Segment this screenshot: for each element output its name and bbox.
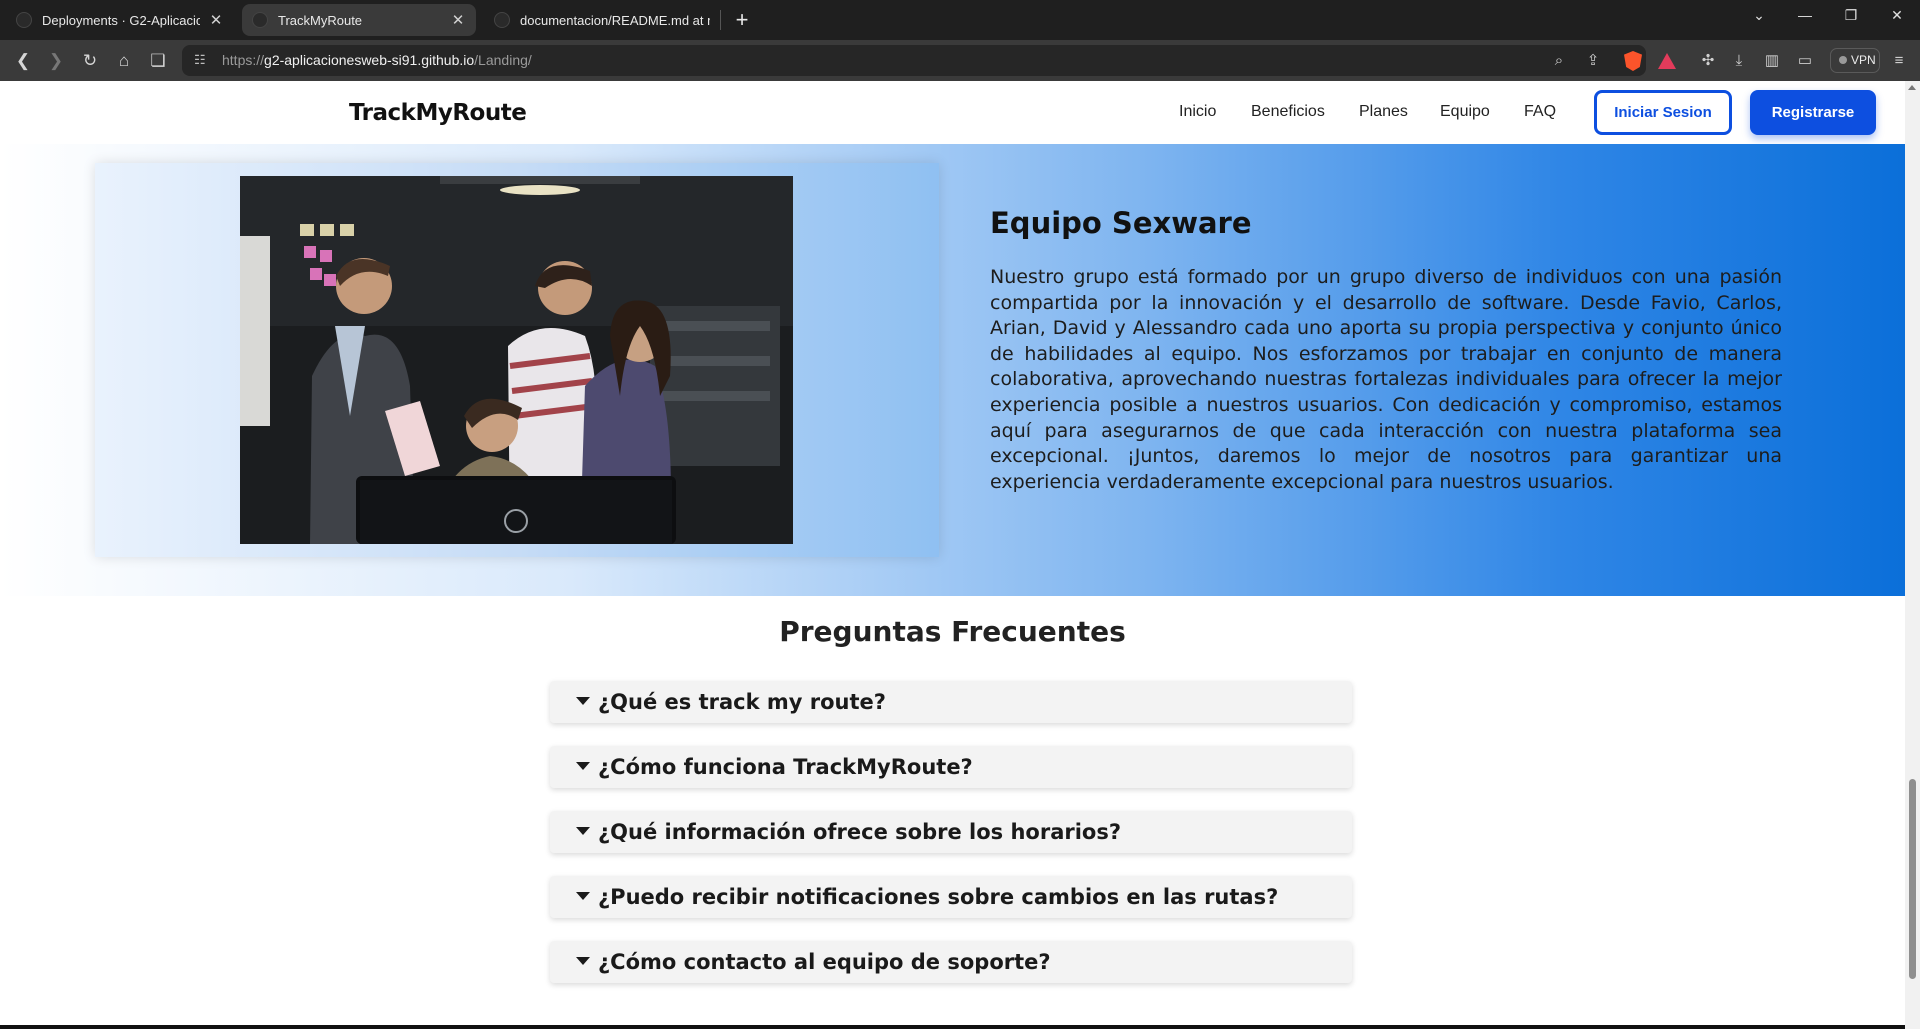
faq-item-soporte[interactable]: ¿Cómo contacto al equipo de soporte? — [550, 941, 1352, 983]
nav-faq[interactable]: FAQ — [1524, 103, 1556, 121]
caret-down-icon — [576, 762, 590, 770]
faq-question: ¿Cómo funciona TrackMyRoute? — [598, 755, 973, 779]
faq-item-notificaciones[interactable]: ¿Puedo recibir notificaciones sobre camb… — [550, 876, 1352, 918]
home-button[interactable]: ⌂ — [111, 48, 137, 74]
browser-tab-strip: Deployments · G2-AplicacionesW ✕ TrackMy… — [0, 0, 1920, 40]
page-viewport: TrackMyRoute Inicio Beneficios Planes Eq… — [0, 81, 1905, 1029]
vpn-button[interactable]: VPN — [1830, 48, 1880, 73]
wallet-icon[interactable]: ▭ — [1794, 50, 1816, 72]
brave-rewards-icon[interactable] — [1658, 53, 1676, 69]
tab-search-chevron-icon[interactable]: ⌄ — [1736, 0, 1782, 30]
tab-title: Deployments · G2-AplicacionesW — [42, 12, 200, 28]
faq-question: ¿Cómo contacto al equipo de soporte? — [598, 950, 1051, 974]
nav-planes[interactable]: Planes — [1359, 103, 1408, 121]
page-scrollbar[interactable] — [1905, 81, 1920, 1029]
caret-down-icon — [576, 827, 590, 835]
minimize-button[interactable]: — — [1782, 0, 1828, 30]
close-tab-icon[interactable]: ✕ — [450, 11, 466, 29]
close-tab-icon[interactable]: ✕ — [208, 11, 224, 29]
nav-beneficios[interactable]: Beneficios — [1251, 103, 1325, 121]
caret-down-icon — [576, 957, 590, 965]
scroll-up-icon[interactable] — [1908, 85, 1916, 90]
faq-title: Preguntas Frecuentes — [779, 615, 1126, 648]
url-scheme: https:// — [222, 52, 265, 68]
faq-question: ¿Qué es track my route? — [598, 690, 886, 714]
bookmark-icon[interactable]: ❏ — [145, 48, 171, 74]
menu-icon[interactable]: ≡ — [1888, 50, 1910, 72]
team-section: Equipo Sexware Nuestro grupo está formad… — [0, 144, 1905, 596]
team-photo-card — [95, 163, 939, 557]
globe-favicon-icon — [252, 12, 268, 28]
share-icon[interactable]: ⇪ — [1582, 50, 1604, 72]
site-logo[interactable]: TrackMyRoute — [349, 100, 527, 126]
nav-inicio[interactable]: Inicio — [1179, 103, 1216, 121]
faq-item-como-funciona[interactable]: ¿Cómo funciona TrackMyRoute? — [550, 746, 1352, 788]
zoom-icon[interactable]: ⌕ — [1548, 50, 1570, 72]
back-button[interactable]: ❮ — [10, 48, 36, 74]
site-header: TrackMyRoute Inicio Beneficios Planes Eq… — [0, 81, 1905, 144]
new-tab-button[interactable]: + — [728, 6, 756, 34]
reload-button[interactable]: ↻ — [77, 48, 103, 74]
restore-button[interactable]: ❐ — [1828, 0, 1874, 30]
github-favicon-icon — [16, 12, 32, 28]
footer-edge — [0, 1025, 1905, 1029]
tab-title: documentacion/README.md at main — [520, 12, 710, 28]
vpn-label: VPN — [1851, 53, 1876, 67]
register-button[interactable]: Registrarse — [1750, 90, 1876, 135]
sidebar-icon[interactable]: ▥ — [1761, 50, 1783, 72]
url-host: g2-aplicacionesweb-si91.github.io — [264, 52, 475, 68]
tab-title: TrackMyRoute — [278, 12, 363, 28]
tab-trackmyroute[interactable]: TrackMyRoute ✕ — [242, 4, 476, 36]
site-settings-icon[interactable]: ☷ — [194, 52, 212, 68]
team-title: Equipo Sexware — [990, 206, 1252, 240]
caret-down-icon — [576, 697, 590, 705]
extensions-icon[interactable]: ✣ — [1697, 50, 1719, 72]
faq-question: ¿Puedo recibir notificaciones sobre camb… — [598, 885, 1279, 909]
team-photo — [240, 176, 793, 544]
scrollbar-thumb[interactable] — [1909, 779, 1916, 979]
faq-item-que-es[interactable]: ¿Qué es track my route? — [550, 681, 1352, 723]
caret-down-icon — [576, 892, 590, 900]
faq-item-horarios[interactable]: ¿Qué información ofrece sobre los horari… — [550, 811, 1352, 853]
nav-equipo[interactable]: Equipo — [1440, 103, 1490, 121]
team-description: Nuestro grupo está formado por un grupo … — [990, 266, 1782, 493]
github-favicon-icon — [494, 12, 510, 28]
tab-deployments[interactable]: Deployments · G2-AplicacionesW ✕ — [6, 4, 234, 36]
downloads-icon[interactable]: ⤓ — [1728, 50, 1750, 72]
tab-separator — [720, 10, 721, 30]
browser-toolbar: ❮ ❯ ↻ ⌂ ❏ ☷ https://g2-aplicacionesweb-s… — [0, 40, 1920, 81]
tab-readme[interactable]: documentacion/README.md at main — [484, 4, 720, 36]
address-bar[interactable]: ☷ https://g2-aplicacionesweb-si91.github… — [182, 45, 1646, 76]
faq-question: ¿Qué información ofrece sobre los horari… — [598, 820, 1122, 844]
url-path: /Landing/ — [474, 52, 532, 68]
url-text[interactable]: https://g2-aplicacionesweb-si91.github.i… — [222, 52, 532, 68]
forward-button[interactable]: ❯ — [43, 48, 69, 74]
close-window-button[interactable]: ✕ — [1874, 0, 1920, 30]
login-button[interactable]: Iniciar Sesion — [1594, 90, 1732, 135]
